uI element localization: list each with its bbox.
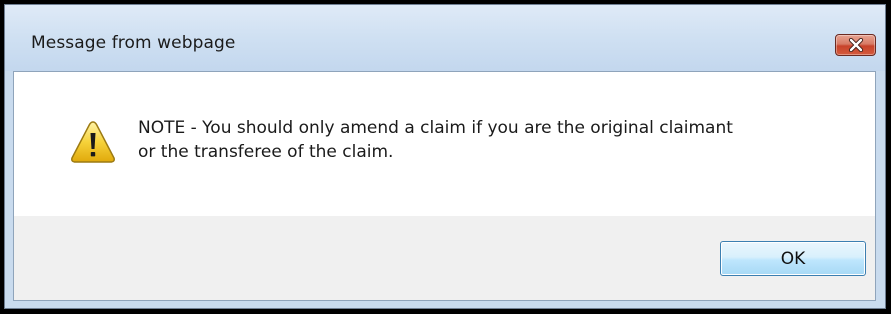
- message-line: or the transferee of the claim.: [138, 142, 394, 162]
- dialog-client-area: NOTE - You should only amend a claim if …: [13, 71, 876, 301]
- message-dialog-window: Message from webpage NOTE - You should o…: [4, 4, 886, 309]
- warning-icon: [71, 121, 115, 163]
- dialog-titlebar[interactable]: Message from webpage: [5, 5, 885, 71]
- dialog-title: Message from webpage: [31, 33, 236, 53]
- close-icon: [848, 38, 863, 52]
- dialog-message: NOTE - You should only amend a claim if …: [138, 116, 838, 164]
- dialog-button-bar: OK: [14, 216, 875, 300]
- close-button[interactable]: [835, 34, 876, 56]
- message-panel: NOTE - You should only amend a claim if …: [14, 72, 875, 216]
- message-line: NOTE - You should only amend a claim if …: [138, 118, 733, 138]
- ok-button[interactable]: OK: [720, 241, 866, 276]
